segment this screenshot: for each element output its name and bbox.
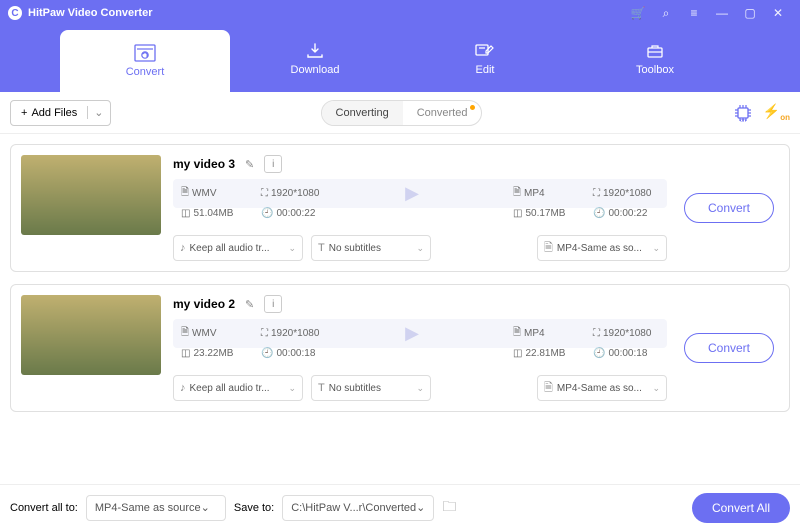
format-select[interactable]: 🗎MP4-Same as so...⌄	[537, 375, 667, 401]
src-duration: 🕘 00:00:18	[261, 348, 327, 359]
notification-dot	[470, 105, 475, 110]
app-logo: C	[8, 6, 22, 20]
video-thumbnail[interactable]	[21, 295, 161, 375]
maximize-icon[interactable]: ▢	[736, 6, 764, 20]
toolbox-icon	[645, 42, 665, 60]
file-card: my video 2 ✎ i 🗎 WMV ⛶ 1920*1080 ▶ 🗎 MP4…	[10, 284, 790, 412]
menu-icon[interactable]: ≡	[680, 6, 708, 20]
dst-duration: 🕘 00:00:22	[593, 208, 659, 219]
subtitle-select[interactable]: TNo subtitles⌄	[311, 235, 431, 261]
hardware-accel-icon[interactable]: on	[733, 103, 753, 123]
dst-resolution: ⛶ 1920*1080	[593, 325, 659, 342]
src-format: 🗎 WMV	[181, 185, 247, 202]
audio-icon: ♪	[180, 382, 186, 394]
subtitle-icon: T	[318, 382, 325, 394]
audio-icon: ♪	[180, 242, 186, 254]
convert-button[interactable]: Convert	[684, 193, 774, 223]
tab-label: Convert	[126, 66, 165, 78]
src-resolution: ⛶ 1920*1080	[261, 185, 327, 202]
file-icon: 🗎	[544, 239, 553, 258]
tab-convert[interactable]: Convert	[60, 30, 230, 92]
rename-icon[interactable]: ✎	[245, 158, 254, 171]
dst-resolution: ⛶ 1920*1080	[593, 185, 659, 202]
seg-converting[interactable]: Converting	[322, 101, 403, 125]
video-thumbnail[interactable]	[21, 155, 161, 235]
dst-format: 🗎 MP4	[513, 185, 579, 202]
dst-size: ◫ 50.17MB	[513, 208, 579, 219]
svg-text:on: on	[740, 118, 746, 123]
minimize-icon[interactable]: —	[708, 6, 736, 20]
file-icon: 🗎	[544, 379, 553, 398]
download-icon	[305, 42, 325, 60]
convert-all-label: Convert all to:	[10, 502, 78, 514]
src-duration: 🕘 00:00:22	[261, 208, 327, 219]
convert-all-button[interactable]: Convert All	[692, 493, 790, 523]
tab-label: Download	[291, 64, 340, 76]
open-folder-icon[interactable]: 🗀	[442, 496, 456, 520]
format-select[interactable]: 🗎MP4-Same as so...⌄	[537, 235, 667, 261]
src-resolution: ⛶ 1920*1080	[261, 325, 327, 342]
src-size: ◫ 51.04MB	[181, 208, 247, 219]
add-files-dropdown[interactable]: ⌄	[87, 106, 109, 119]
dst-duration: 🕘 00:00:18	[593, 348, 659, 359]
save-to-label: Save to:	[234, 502, 274, 514]
info-icon[interactable]: i	[264, 155, 282, 173]
subtitle-select[interactable]: TNo subtitles⌄	[311, 375, 431, 401]
tab-toolbox[interactable]: Toolbox	[570, 26, 740, 92]
tab-label: Edit	[476, 64, 495, 76]
arrow-right-icon: ▶	[405, 323, 419, 344]
convert-icon	[134, 44, 156, 62]
audio-select[interactable]: ♪Keep all audio tr...⌄	[173, 375, 303, 401]
plus-icon: +	[21, 107, 27, 119]
save-to-select[interactable]: C:\HitPaw V...r\Converted⌄	[282, 495, 434, 521]
dst-format: 🗎 MP4	[513, 325, 579, 342]
file-name: my video 3	[173, 157, 235, 171]
rename-icon[interactable]: ✎	[245, 298, 254, 311]
info-icon[interactable]: i	[264, 295, 282, 313]
add-files-button[interactable]: + Add Files ⌄	[10, 100, 111, 126]
tab-label: Toolbox	[636, 64, 674, 76]
tab-download[interactable]: Download	[230, 26, 400, 92]
src-format: 🗎 WMV	[181, 325, 247, 342]
convert-all-select[interactable]: MP4-Same as source⌄	[86, 495, 226, 521]
app-title: HitPaw Video Converter	[28, 7, 153, 19]
convert-button[interactable]: Convert	[684, 333, 774, 363]
key-icon[interactable]: ⌕	[652, 6, 680, 21]
dst-size: ◫ 22.81MB	[513, 348, 579, 359]
edit-icon	[474, 42, 496, 60]
src-size: ◫ 23.22MB	[181, 348, 247, 359]
subtitle-icon: T	[318, 242, 325, 254]
file-name: my video 2	[173, 297, 235, 311]
tab-edit[interactable]: Edit	[400, 26, 570, 92]
add-files-label: Add Files	[31, 107, 77, 119]
close-icon[interactable]: ✕	[764, 6, 792, 20]
arrow-right-icon: ▶	[405, 183, 419, 204]
audio-select[interactable]: ♪Keep all audio tr...⌄	[173, 235, 303, 261]
seg-converted[interactable]: Converted	[403, 101, 482, 125]
file-card: my video 3 ✎ i 🗎 WMV ⛶ 1920*1080 ▶ 🗎 MP4…	[10, 144, 790, 272]
cart-icon[interactable]: 🛒	[624, 6, 652, 20]
lightning-icon[interactable]: ⚡on	[763, 103, 790, 123]
